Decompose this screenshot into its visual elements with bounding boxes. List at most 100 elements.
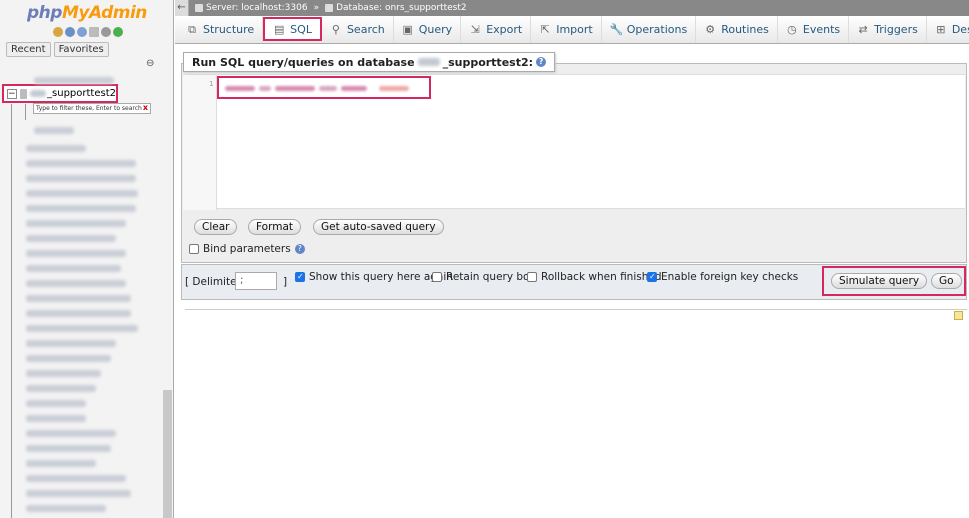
table-list-item[interactable] — [26, 385, 96, 392]
redacted-text — [319, 86, 337, 91]
table-list-item[interactable] — [26, 325, 138, 332]
get-auto-saved-query-button[interactable]: Get auto-saved query — [313, 219, 444, 235]
sql-editor[interactable]: 1 — [183, 74, 965, 210]
legend-text: Run SQL query/queries on database — [192, 55, 415, 69]
table-list-item[interactable] — [26, 235, 116, 242]
retain-query-box-label: Retain query box — [446, 271, 536, 283]
tab-label: Import — [556, 23, 593, 36]
settings-gear-icon[interactable] — [101, 27, 111, 37]
rollback-checkbox[interactable]: Rollback when finished — [527, 271, 662, 283]
bind-parameters-checkbox[interactable]: Bind parameters ? — [189, 243, 305, 255]
table-list-item[interactable] — [34, 77, 114, 84]
checkbox-checked[interactable] — [647, 272, 657, 282]
table-list-item[interactable] — [26, 445, 111, 452]
structure-icon: ⧉ — [188, 22, 196, 36]
table-list-item[interactable] — [26, 460, 96, 467]
database-tree-item-selected[interactable]: − _supporttest2 — [2, 84, 118, 103]
nav-scrollbar-thumb[interactable] — [163, 390, 172, 518]
tab-events[interactable]: ◷ Events — [778, 16, 850, 43]
breadcrumb-server[interactable]: Server: localhost:3306 — [195, 3, 308, 13]
table-list-item[interactable] — [26, 310, 131, 317]
help-icon[interactable]: ? — [294, 244, 305, 254]
export-icon: ⇲ — [470, 23, 480, 36]
tab-label: SQL — [290, 22, 312, 36]
tab-import[interactable]: ⇱ Import — [531, 16, 602, 43]
table-list-item[interactable] — [26, 265, 121, 272]
breadcrumb-separator: » — [313, 3, 320, 13]
home-icon[interactable] — [53, 27, 63, 37]
recent-tab[interactable]: Recent — [6, 42, 51, 57]
tab-export[interactable]: ⇲ Export — [461, 16, 532, 43]
go-button[interactable]: Go — [931, 273, 962, 289]
help-icon[interactable] — [77, 27, 87, 37]
bookmark-icon[interactable] — [954, 311, 963, 320]
tab-triggers[interactable]: ⇄ Triggers — [849, 16, 927, 43]
tab-query[interactable]: ▣ Query — [394, 16, 462, 43]
table-list-item[interactable] — [26, 250, 126, 257]
tab-sql[interactable]: ▤ SQL — [263, 17, 322, 41]
simulate-query-button[interactable]: Simulate query — [831, 273, 928, 289]
table-list-item[interactable] — [26, 160, 136, 167]
table-list-item[interactable] — [34, 127, 74, 134]
table-list-item[interactable] — [26, 190, 138, 197]
show-query-again-checkbox[interactable]: Show this query here again — [295, 271, 453, 283]
tree-connector-line — [11, 104, 12, 518]
table-filter-input[interactable]: Type to filter these, Enter to search x — [33, 103, 151, 114]
collapse-icon[interactable]: − — [7, 88, 17, 99]
table-list-item[interactable] — [26, 340, 116, 347]
clear-filter-button[interactable]: x — [143, 104, 150, 113]
tab-label: Search — [346, 23, 385, 36]
table-list-item[interactable] — [26, 145, 86, 152]
tab-label: Routines — [721, 23, 769, 36]
breadcrumb-bar: ← Server: localhost:3306 » Database: onr… — [175, 0, 969, 16]
table-list-item[interactable] — [26, 400, 86, 407]
retain-query-box-checkbox[interactable]: Retain query box — [432, 271, 535, 283]
link-with-main-icon[interactable]: ⊖ — [146, 58, 154, 69]
help-icon[interactable]: ? — [536, 57, 547, 67]
tab-search[interactable]: ⚲ Search — [322, 16, 394, 43]
tab-designer[interactable]: ⊞ Designer — [927, 16, 969, 43]
delimiter-input[interactable]: ; — [235, 272, 277, 290]
checkbox[interactable] — [527, 272, 537, 282]
logo-myadmin-text: MyAdmin — [61, 3, 147, 23]
phpmyadmin-logo[interactable]: phpMyAdmin — [27, 3, 147, 23]
database-name: _supporttest2 — [47, 88, 116, 99]
table-list-item[interactable] — [26, 175, 136, 182]
checkbox[interactable] — [189, 244, 199, 254]
nav-tabs: Recent Favorites — [6, 42, 109, 57]
table-list-item[interactable] — [26, 280, 126, 287]
favorites-tab[interactable]: Favorites — [53, 42, 109, 57]
reload-icon[interactable] — [113, 27, 123, 37]
tab-structure[interactable]: ⧉ Structure — [178, 16, 264, 43]
table-list-item[interactable] — [26, 370, 101, 377]
table-list-item[interactable] — [26, 295, 131, 302]
clear-button[interactable]: Clear — [194, 219, 238, 235]
table-list-item[interactable] — [26, 220, 126, 227]
table-list-item[interactable] — [26, 355, 111, 362]
tab-routines[interactable]: ⚙ Routines — [696, 16, 778, 43]
checkbox[interactable] — [432, 272, 442, 282]
query-icon: ▣ — [402, 23, 413, 36]
format-button[interactable]: Format — [248, 219, 302, 235]
breadcrumb-database[interactable]: Database: onrs_supporttest2 — [325, 3, 467, 13]
triggers-icon: ⇄ — [858, 23, 868, 36]
checkbox-checked[interactable] — [295, 272, 305, 282]
redacted-text — [225, 86, 255, 91]
table-list-item[interactable] — [26, 505, 106, 512]
table-list-item[interactable] — [26, 475, 126, 482]
tab-operations[interactable]: 🔧 Operations — [602, 16, 697, 43]
table-list-item[interactable] — [26, 205, 136, 212]
foreign-key-checks-checkbox[interactable]: Enable foreign key checks — [647, 271, 798, 283]
collapse-nav-button[interactable]: ← — [175, 0, 189, 16]
logout-icon[interactable] — [65, 27, 75, 37]
query-text-highlight[interactable] — [217, 76, 431, 99]
rollback-label: Rollback when finished — [541, 271, 662, 283]
redacted-text — [275, 86, 315, 91]
table-list-item[interactable] — [26, 490, 131, 497]
docs-icon[interactable] — [89, 27, 99, 37]
tab-label: Triggers — [874, 23, 918, 36]
tab-label: Operations — [626, 23, 688, 36]
table-list-item[interactable] — [26, 415, 86, 422]
table-list-item[interactable] — [26, 430, 116, 437]
redacted-text — [417, 58, 440, 66]
